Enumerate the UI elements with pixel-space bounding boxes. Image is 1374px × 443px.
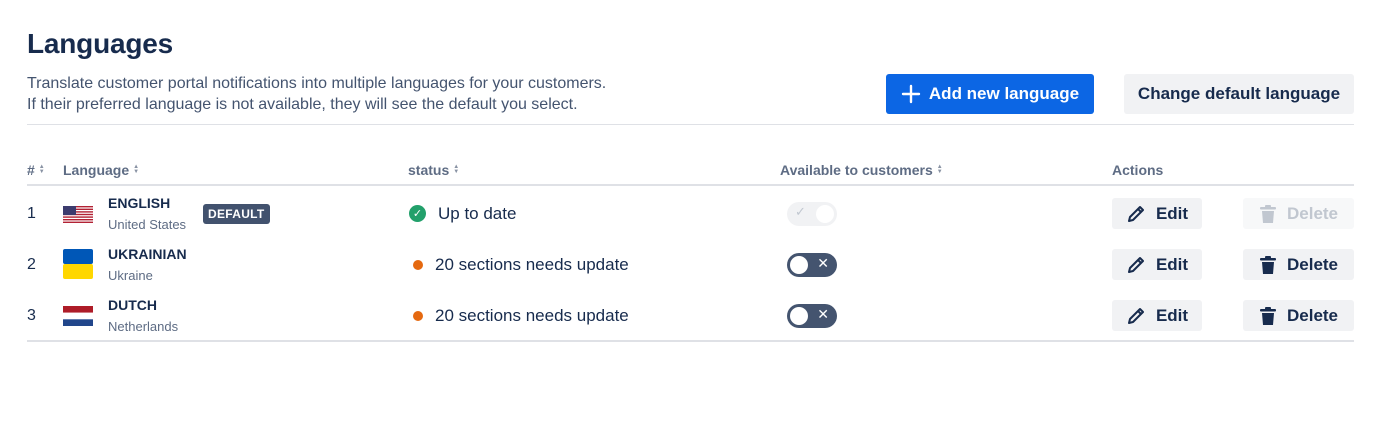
toggle-knob	[816, 205, 834, 223]
default-badge: DEFAULT	[203, 204, 270, 224]
sort-icon: ▲ ▼	[38, 164, 45, 175]
delete-label: Delete	[1286, 254, 1339, 274]
edit-label: Edit	[1155, 305, 1189, 325]
delete-button: Delete	[1243, 198, 1354, 229]
column-status-label: status	[408, 162, 450, 178]
delete-button[interactable]: Delete	[1243, 300, 1354, 331]
us-flag-icon	[63, 206, 93, 223]
pencil-icon	[1127, 256, 1144, 273]
table-bottom-divider	[27, 340, 1354, 342]
language-status: 20 sections needs update	[409, 290, 629, 341]
table-row: 1 ENGLISH United States DEFAULT ✓ Up to …	[27, 188, 1354, 239]
description-line-1: Translate customer portal notifications …	[27, 75, 607, 92]
column-available-label: Available to customers	[780, 162, 933, 178]
edit-label: Edit	[1155, 254, 1189, 274]
pencil-icon	[1127, 205, 1144, 222]
close-icon: ✕	[817, 306, 829, 322]
page-description: Translate customer portal notifications …	[27, 73, 606, 115]
plus-icon	[901, 84, 921, 104]
orange-dot-icon	[413, 310, 423, 321]
availability-toggle[interactable]: ✕	[787, 253, 837, 277]
delete-label: Delete	[1286, 203, 1339, 223]
close-icon: ✕	[817, 255, 829, 271]
add-new-language-label: Add new language	[928, 84, 1080, 103]
column-header-available[interactable]: Available to customers ▲ ▼	[780, 162, 943, 178]
column-header-actions: Actions	[1112, 162, 1163, 178]
column-actions-label: Actions	[1112, 162, 1164, 178]
edit-button[interactable]: Edit	[1112, 249, 1202, 280]
row-number: 3	[27, 307, 36, 324]
status-text: Up to date	[438, 203, 517, 223]
column-num-label: #	[27, 162, 35, 178]
table-header: # ▲ ▼ Language ▲ ▼ status ▲ ▼ Available to …	[27, 162, 1354, 186]
pencil-icon	[1127, 307, 1144, 324]
language-name: UKRAINIAN	[108, 246, 187, 262]
check-icon: ✓	[795, 204, 806, 219]
toggle-knob	[790, 307, 808, 325]
language-region: Ukraine	[108, 268, 153, 283]
toggle-knob	[790, 256, 808, 274]
edit-button[interactable]: Edit	[1112, 198, 1202, 229]
column-header-num[interactable]: # ▲ ▼	[27, 162, 45, 178]
trash-icon	[1259, 204, 1276, 223]
delete-label: Delete	[1286, 305, 1339, 325]
column-header-language[interactable]: Language ▲ ▼	[63, 162, 139, 178]
ukraine-flag-icon	[63, 249, 93, 279]
edit-button[interactable]: Edit	[1112, 300, 1202, 331]
column-header-status[interactable]: status ▲ ▼	[408, 162, 459, 178]
language-status: ✓ Up to date	[409, 188, 516, 239]
row-number: 2	[27, 256, 36, 273]
language-name: ENGLISH	[108, 195, 171, 211]
header-divider	[27, 124, 1354, 125]
table-row: 3 DUTCH Netherlands 20 sections needs up…	[27, 290, 1354, 341]
sort-icon: ▲ ▼	[133, 164, 140, 175]
column-language-label: Language	[63, 162, 130, 178]
orange-dot-icon	[413, 259, 423, 270]
language-region: United States	[108, 217, 187, 232]
row-number: 1	[27, 205, 36, 222]
add-new-language-button[interactable]: Add new language	[886, 74, 1094, 114]
sort-icon: ▲ ▼	[453, 164, 460, 175]
sort-icon: ▲ ▼	[936, 164, 943, 175]
netherlands-flag-icon	[63, 306, 93, 326]
language-status: 20 sections needs update	[409, 239, 629, 290]
table-row: 2 UKRAINIAN Ukraine 20 sections needs up…	[27, 239, 1354, 290]
check-circle-icon: ✓	[409, 205, 426, 222]
change-default-language-button[interactable]: Change default language	[1124, 74, 1354, 114]
delete-button[interactable]: Delete	[1243, 249, 1354, 280]
page-title: Languages	[27, 28, 174, 59]
trash-icon	[1259, 306, 1276, 325]
language-region: Netherlands	[108, 319, 179, 334]
description-line-2: If their preferred language is not avail…	[27, 96, 578, 113]
trash-icon	[1259, 255, 1276, 274]
availability-toggle[interactable]: ✕	[787, 304, 837, 328]
status-text: 20 sections needs update	[435, 254, 629, 274]
edit-label: Edit	[1155, 203, 1189, 223]
status-text: 20 sections needs update	[435, 305, 629, 325]
language-name: DUTCH	[108, 297, 157, 313]
availability-toggle: ✓	[787, 202, 837, 226]
